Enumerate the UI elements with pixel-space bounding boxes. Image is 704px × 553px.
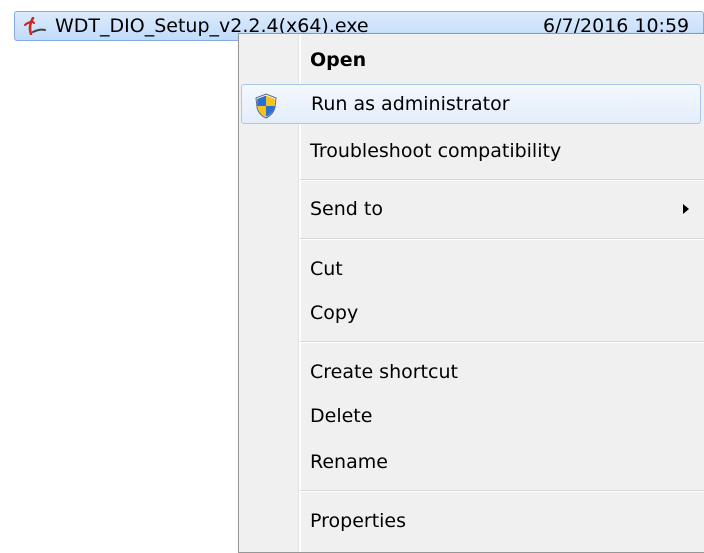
- menu-item-create-shortcut[interactable]: Create shortcut: [241, 352, 701, 392]
- menu-separator: [300, 490, 704, 492]
- menu-item-label: Troubleshoot compatibility: [310, 140, 562, 162]
- menu-item-rename[interactable]: Rename: [241, 442, 701, 482]
- menu-item-run-as-administrator[interactable]: Run as administrator: [241, 84, 701, 124]
- menu-item-label: Send to: [310, 198, 383, 220]
- menu-item-label: Cut: [310, 258, 343, 280]
- menu-item-label: Copy: [310, 302, 359, 324]
- menu-separator: [300, 238, 704, 240]
- menu-item-label: Open: [310, 49, 367, 71]
- context-menu: Open Run as administrator Troubleshoot c…: [238, 33, 704, 553]
- menu-item-cut[interactable]: Cut: [241, 249, 701, 289]
- menu-item-troubleshoot-compatibility[interactable]: Troubleshoot compatibility: [241, 131, 701, 171]
- menu-item-label: Delete: [310, 405, 373, 427]
- menu-item-open[interactable]: Open: [241, 40, 701, 80]
- submenu-arrow-icon: [683, 204, 689, 214]
- menu-separator: [300, 341, 704, 343]
- menu-separator: [300, 179, 704, 181]
- app-logo-icon: [24, 17, 46, 35]
- menu-item-label: Create shortcut: [310, 361, 458, 383]
- menu-item-properties[interactable]: Properties: [241, 501, 701, 541]
- menu-item-label: Properties: [310, 510, 407, 532]
- menu-item-copy[interactable]: Copy: [241, 293, 701, 333]
- menu-item-delete[interactable]: Delete: [241, 396, 701, 436]
- menu-item-send-to[interactable]: Send to: [241, 189, 701, 229]
- uac-shield-icon: [255, 93, 277, 119]
- menu-item-label: Run as administrator: [311, 93, 510, 115]
- menu-item-label: Rename: [310, 451, 388, 473]
